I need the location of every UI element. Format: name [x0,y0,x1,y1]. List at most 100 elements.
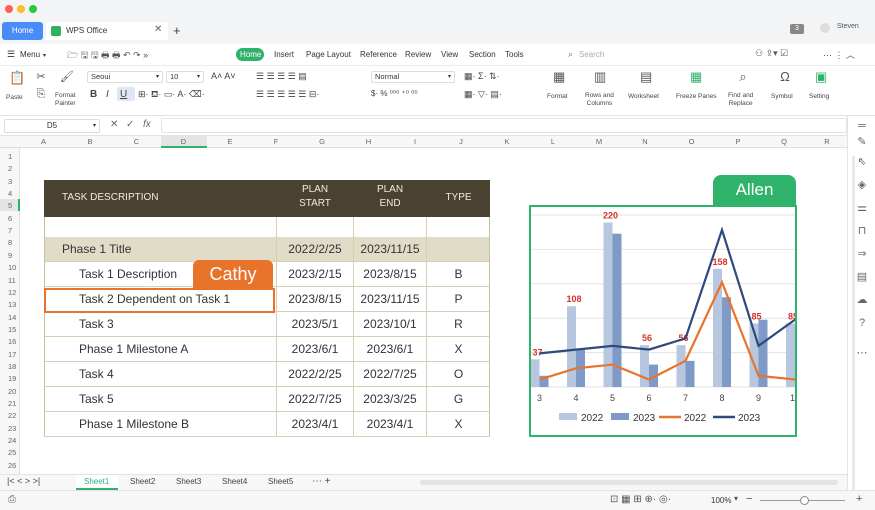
row-header[interactable]: 18 [0,361,20,373]
row-header[interactable]: 13 [0,299,20,311]
freeze-panes-icon[interactable]: ▦ [690,70,702,83]
new-tab-icon[interactable]: + [173,23,181,38]
table-cell-desc[interactable]: Task 4 [79,362,279,387]
sheet-tab-3[interactable]: Sheet3 [176,477,201,486]
row-header[interactable]: 2 [0,163,20,175]
row-header[interactable]: 11 [0,275,20,287]
table-cell-type[interactable]: R [427,312,490,337]
column-header[interactable]: P [715,136,761,148]
tab-reference[interactable]: Reference [360,50,397,59]
row-header[interactable]: 17 [0,349,20,361]
worksheet-button[interactable]: Worksheet [628,93,659,100]
table-cell-start[interactable]: 2022/2/25 [277,362,353,387]
column-header[interactable]: H [345,136,392,148]
setting-icon[interactable]: ▣ [815,70,827,83]
underline-icon[interactable]: U [120,89,127,100]
close-window-icon[interactable] [5,5,13,13]
more-options-icon[interactable]: ⋯ [856,347,868,359]
column-header[interactable]: D [160,136,207,148]
find-replace-icon[interactable]: ⌕ [737,70,749,83]
table-cell-type[interactable]: P [427,287,490,312]
table-cell-type[interactable]: X [427,337,490,362]
border-color-icons[interactable]: ⊞· ⛾· ▭· A· ⌫· [138,89,205,101]
table-cell-end[interactable]: 2023/4/1 [353,412,427,437]
row-header[interactable]: 26 [0,460,20,472]
sheet-tab-5[interactable]: Sheet5 [268,477,293,486]
table-cell-end[interactable]: 2022/7/25 [353,362,427,387]
row-header[interactable]: 23 [0,423,20,435]
column-header[interactable]: K [484,136,530,148]
setting-button[interactable]: Setting [809,93,829,100]
formula-input[interactable] [161,118,847,133]
row-header[interactable]: 10 [0,262,20,274]
freeze-panes-button[interactable]: Freeze Panes [676,93,716,100]
row-header[interactable]: 1 [0,151,20,163]
row-header[interactable]: 9 [0,250,20,262]
copy-icon[interactable]: ⎘ [35,88,47,100]
lock-icon[interactable]: ⊓ [856,225,868,237]
sheet-tab-2[interactable]: Sheet2 [130,477,155,486]
document-tab[interactable]: WPS Office ✕ [46,22,168,40]
column-header[interactable]: I [392,136,438,148]
view-mode-icons[interactable]: ⊡ ▦ ⊞ ⊕· ◎· [610,494,671,505]
row-header[interactable]: 7 [0,225,20,237]
confirm-icon[interactable]: ✓ [126,119,134,130]
more-icon[interactable]: ⋯ ⋮ ︿ [823,48,855,61]
tab-nav-icons[interactable]: |< < > >| [7,476,40,486]
rows-columns-button[interactable]: Rows and Columns [585,92,614,108]
tab-review[interactable]: Review [405,50,431,59]
vertical-scrollbar[interactable] [852,156,855,496]
add-sheet-icon[interactable]: ⋯ + [312,476,331,487]
column-header[interactable]: B [67,136,113,148]
bold-icon[interactable]: B [90,89,97,100]
shape-icon[interactable]: ◈ [856,179,868,191]
collapse-icon[interactable]: ═ [856,120,868,132]
zoom-out-icon[interactable]: − [746,493,752,505]
cloud-icon[interactable]: ☁ [856,294,868,306]
table-cell-start[interactable]: 2022/2/25 [277,237,353,262]
column-header[interactable]: O [668,136,715,148]
menu-button[interactable]: Menu [20,50,40,59]
arrow-icon[interactable]: ⇒ [856,248,868,260]
zoom-slider-handle[interactable] [800,496,809,505]
close-tab-icon[interactable]: ✕ [154,24,162,35]
font-grow-shrink-icons[interactable]: A˄ A˅ [211,71,236,81]
table-cell-desc[interactable]: Phase 1 Title [62,237,262,262]
tab-section[interactable]: Section [469,50,496,59]
column-header[interactable]: R [807,136,847,148]
maximize-window-icon[interactable] [29,5,37,13]
row-header[interactable]: 8 [0,237,20,249]
spreadsheet-grid[interactable]: ABCDEFGHIJKLMNOPQR 1 2 3 4 5 6 7 8 9 10 11 12 13 14 15… [0,136,847,474]
row-header[interactable]: 19 [0,373,20,385]
column-header[interactable]: G [299,136,345,148]
table-cell-type[interactable]: O [427,362,490,387]
table-cell-start[interactable]: 2023/2/15 [277,262,353,287]
sheet-tab-1[interactable]: Sheet1 [84,477,109,486]
format-button[interactable]: Format [547,93,568,100]
table-cell-end[interactable]: 2023/8/15 [353,262,427,287]
table-cell-type[interactable]: G [427,387,490,412]
search-icon[interactable]: ⌕ [568,49,573,60]
hamburger-icon[interactable]: ☰ [7,49,15,60]
cut-icon[interactable]: ✂ [35,71,47,83]
zoom-level[interactable]: 100% [711,496,731,505]
table-icon[interactable]: ▤ [856,271,868,283]
column-header[interactable]: F [253,136,299,148]
insert-function-icon[interactable]: fx [143,119,151,130]
worksheet-icon[interactable]: ▤ [640,70,652,83]
row-header[interactable]: 16 [0,336,20,348]
zoom-in-icon[interactable]: + [856,493,862,505]
find-replace-button[interactable]: Find and Replace [728,92,753,108]
filter-icons[interactable]: ▦· ▽· ▤· [464,89,502,100]
chart-container[interactable]: 3731084220556656715888598510202220232022… [529,205,797,437]
row-header[interactable]: 20 [0,386,20,398]
quick-access-icons[interactable]: 🗁 🖫 🖫 🖶 🖶 ↶ ↷ » [67,48,148,64]
table-cell-end[interactable]: 2023/3/25 [353,387,427,412]
column-header[interactable]: A [20,136,67,148]
row-header[interactable]: 5 [0,200,20,212]
table-cell-desc[interactable]: Phase 1 Milestone A [79,337,279,362]
home-tab[interactable]: Home [2,22,43,40]
table-cell-type[interactable]: B [427,262,490,287]
minimize-window-icon[interactable] [17,5,25,13]
tab-home[interactable]: Home [240,50,261,59]
